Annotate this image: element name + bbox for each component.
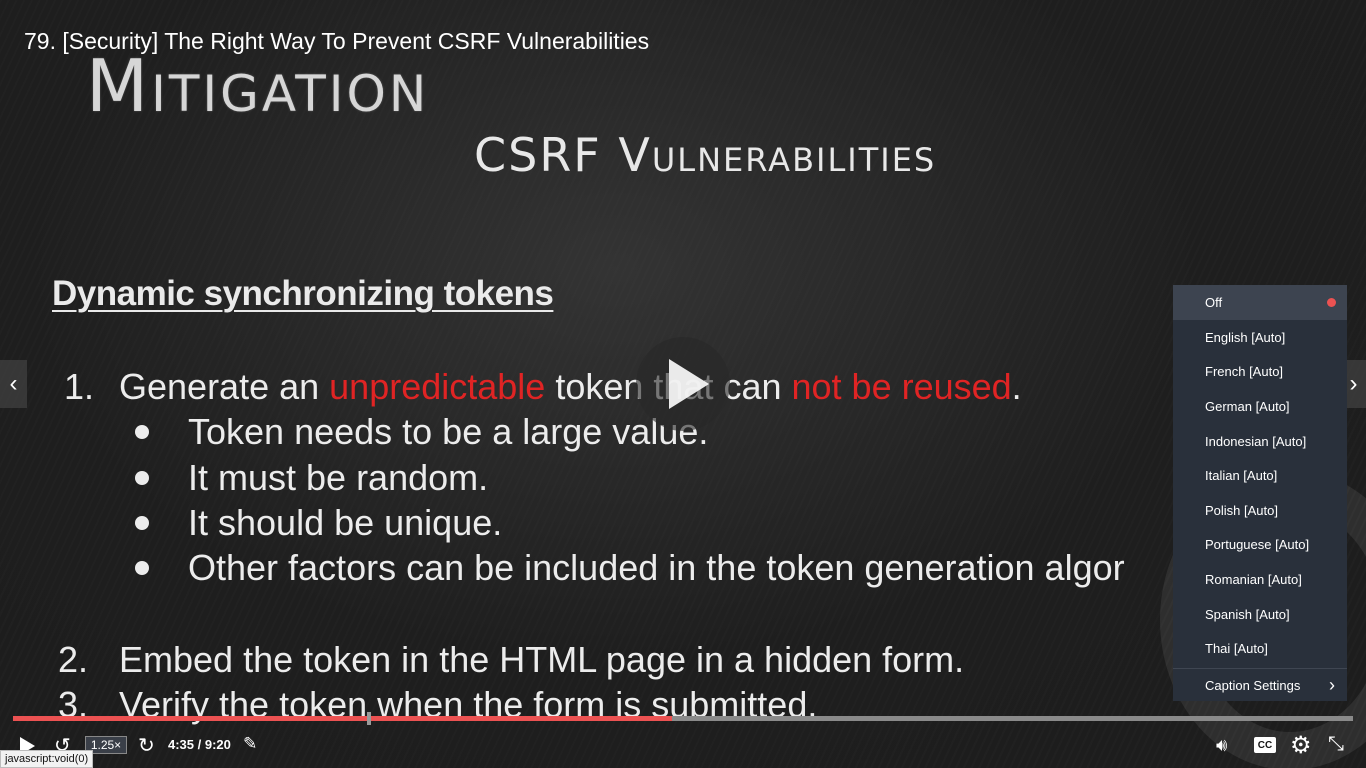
item-2-text: Embed the token in the HTML page in a hi… — [119, 639, 965, 680]
caption-option-label: English [Auto] — [1205, 329, 1286, 345]
chevron-right-icon: › — [1329, 674, 1335, 695]
big-play-button[interactable] — [636, 337, 730, 431]
caption-option[interactable]: Portuguese [Auto] — [1173, 528, 1347, 563]
item-1-highlight: unpredictable — [329, 366, 546, 407]
player-controls: ↺ 1.25× ↻ 4:35 / 9:20 ✎ 🔊︎ CC ⚙ ⤡ — [0, 724, 1366, 768]
item-number: 1. — [64, 366, 95, 407]
slide-section-title: Dynamic synchronizing tokens — [52, 274, 554, 313]
chevron-left-icon: ‹ — [9, 370, 18, 397]
gear-icon[interactable]: ⚙ — [1290, 731, 1312, 760]
forward-icon[interactable]: ↻ — [138, 733, 155, 758]
caption-option[interactable]: Indonesian [Auto] — [1173, 424, 1347, 459]
caption-option[interactable]: Thai [Auto] — [1173, 631, 1347, 666]
item-1-part: Generate an — [119, 366, 330, 407]
caption-option-label: Italian [Auto] — [1205, 468, 1278, 484]
bullet-dot — [135, 425, 149, 439]
selected-indicator-icon — [1327, 298, 1336, 307]
volume-icon[interactable]: 🔊︎ — [1216, 735, 1227, 756]
captions-menu: Off English [Auto] French [Auto] German … — [1173, 285, 1347, 701]
caption-option-label: Indonesian [Auto] — [1205, 433, 1307, 449]
play-icon — [669, 359, 709, 409]
caption-option-label: German [Auto] — [1205, 398, 1290, 414]
caption-settings-item[interactable]: Caption Settings › — [1173, 669, 1347, 702]
bullet-text: It should be unique. — [188, 502, 503, 543]
bullet-dot — [135, 471, 149, 485]
previous-lecture-button[interactable]: ‹ — [0, 360, 27, 408]
caption-option[interactable]: English [Auto] — [1173, 320, 1347, 355]
item-1-text: Generate an unpredictable token that can… — [119, 366, 1022, 408]
time-display: 4:35 / 9:20 — [168, 737, 231, 752]
caption-option-label: Romanian [Auto] — [1205, 571, 1302, 587]
caption-option-label: Off — [1205, 295, 1223, 310]
caption-option-label: Polish [Auto] — [1205, 502, 1278, 518]
caption-settings-label: Caption Settings — [1205, 677, 1301, 693]
bullet-text: It must be random. — [188, 457, 489, 498]
notes-icon[interactable]: ✎ — [243, 734, 257, 754]
caption-option[interactable]: Polish [Auto] — [1173, 493, 1347, 528]
slide-heading: Mitigation — [86, 44, 430, 128]
caption-option[interactable]: Italian [Auto] — [1173, 458, 1347, 493]
progress-fill — [13, 716, 672, 721]
bullet-text: Token needs to be a large value. — [188, 411, 709, 452]
progress-bar[interactable] — [13, 712, 1353, 725]
chevron-right-icon: › — [1349, 370, 1358, 397]
slide-subheading: CSRF Vulnerabilities — [474, 128, 937, 182]
caption-option-label: Portuguese [Auto] — [1205, 537, 1310, 553]
caption-option-label: Spanish [Auto] — [1205, 606, 1290, 622]
browser-status-bar: javascript:void(0) — [0, 750, 94, 768]
captions-button[interactable]: CC — [1254, 737, 1276, 753]
caption-option-label: Thai [Auto] — [1205, 641, 1268, 657]
exit-fullscreen-icon[interactable]: ⤡ — [1328, 733, 1344, 756]
bullet-dot — [135, 516, 149, 530]
caption-option-off[interactable]: Off — [1173, 285, 1347, 320]
caption-option[interactable]: Spanish [Auto] — [1173, 597, 1347, 632]
lecture-title: 79. [Security] The Right Way To Prevent … — [24, 28, 650, 54]
item-number: 2. — [58, 639, 89, 680]
item-1-highlight: not be reused — [791, 366, 1012, 407]
bullet-dot — [135, 561, 149, 575]
caption-option-label: French [Auto] — [1205, 364, 1284, 380]
caption-option[interactable]: Romanian [Auto] — [1173, 562, 1347, 597]
caption-option[interactable]: German [Auto] — [1173, 389, 1347, 424]
bullet-text: Other factors can be included in the tok… — [188, 547, 1125, 588]
item-1-part: . — [1011, 366, 1022, 407]
caption-option[interactable]: French [Auto] — [1173, 355, 1347, 390]
